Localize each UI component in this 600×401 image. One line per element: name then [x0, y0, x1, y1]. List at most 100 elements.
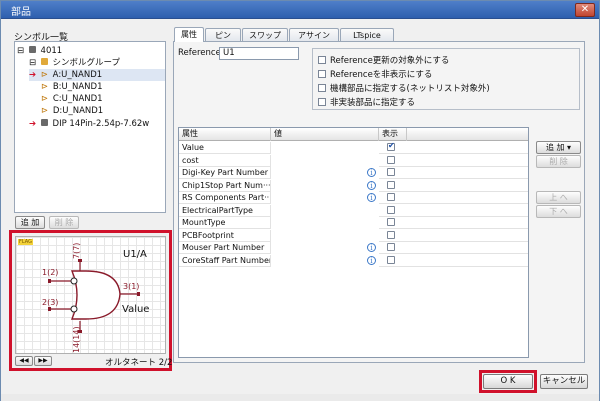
symbol-name-label: U1/A: [123, 249, 147, 260]
visible-checkbox[interactable]: [387, 255, 395, 264]
table-row[interactable]: Value: [179, 141, 528, 154]
tree-item-symbol-group[interactable]: ⊟ シンボルグループ: [29, 57, 120, 69]
unmounted-part-label: 非実装部品に指定する: [330, 98, 416, 108]
visible-checkbox[interactable]: [387, 180, 395, 189]
gate-icon: ⊳: [41, 82, 49, 92]
tree-item-symbol-d[interactable]: ⊳ D:U_NAND1: [41, 105, 103, 117]
symbol-tree[interactable]: ⊟ 4011 ⊟ シンボルグループ ➔ ⊳ A:U_NAND1 ⊳ B:U_NA…: [14, 41, 166, 213]
ok-button[interactable]: O K: [483, 374, 533, 389]
tree-item-footprint[interactable]: ➔ DIP 14Pin-2.54p-7.62w: [29, 118, 149, 130]
info-icon[interactable]: i: [367, 168, 376, 177]
prev-alternate-button[interactable]: ◀◀: [15, 356, 33, 366]
attribute-grid[interactable]: 属性 値 表示 ValuecostDigi-Key Part NumberiCh…: [178, 127, 529, 358]
table-row[interactable]: Mouser Part Number i: [179, 242, 528, 254]
tree-item-symbol-c[interactable]: ⊳ C:U_NAND1: [41, 93, 103, 105]
attribute-value-cell[interactable]: [270, 192, 379, 204]
move-down-button[interactable]: 下 へ: [536, 205, 581, 218]
add-symbol-button[interactable]: 追 加: [15, 216, 45, 229]
gate-icon: ⊳: [41, 106, 49, 116]
attribute-name-cell: MountType: [182, 218, 226, 227]
table-row[interactable]: PCBFootprint: [179, 229, 528, 242]
attribute-value-cell[interactable]: [270, 242, 379, 254]
visible-checkbox[interactable]: [387, 243, 395, 251]
status-bar: [1, 394, 599, 401]
visible-checkbox[interactable]: [387, 218, 395, 226]
attribute-value-cell[interactable]: [270, 142, 379, 154]
cancel-button[interactable]: キャンセル: [540, 374, 588, 389]
group-icon: [40, 58, 48, 65]
delete-attribute-button[interactable]: 削 除: [536, 155, 581, 168]
tab-pins[interactable]: ピン: [205, 28, 241, 42]
exclude-reference-update-checkbox[interactable]: [318, 56, 326, 64]
add-attribute-button[interactable]: 追 加 ▾: [536, 141, 581, 154]
table-row[interactable]: RS Components Part··· i: [179, 192, 528, 204]
column-header-visible[interactable]: 表示: [379, 128, 407, 141]
arrow-right-icon: ➔: [29, 119, 37, 129]
hide-reference-checkbox[interactable]: [318, 70, 326, 78]
next-alternate-button[interactable]: ▶▶: [34, 356, 52, 366]
attribute-name-cell: Chip1Stop Part Num···: [182, 180, 271, 190]
attribute-value-cell[interactable]: [270, 154, 379, 167]
visible-checkbox[interactable]: [387, 230, 395, 239]
tab-assign[interactable]: アサイン: [289, 28, 339, 42]
visible-checkbox[interactable]: [387, 155, 395, 164]
attribute-name-cell: CoreStaff Part Number: [182, 255, 273, 265]
symbol-preview[interactable]: FLAG U1/A Value 7(7) 1(2) 2(3) 3(1) 14(1…: [15, 236, 166, 354]
table-row[interactable]: CoreStaff Part Number i: [179, 254, 528, 267]
visible-checkbox[interactable]: [387, 141, 395, 151]
info-icon[interactable]: i: [367, 193, 376, 202]
unmounted-part-checkbox[interactable]: [318, 98, 326, 106]
symbol-preview-frame: FLAG U1/A Value 7(7) 1(2) 2(3) 3(1) 14(1…: [9, 230, 172, 371]
tree-item-label: C:U_NAND1: [52, 94, 103, 104]
parts-dialog: 部品 ✕ シンボル一覧 ⊟ 4011 ⊟ シンボルグループ ➔ ⊳ A:U_NA…: [0, 0, 600, 401]
table-row[interactable]: MountType: [179, 217, 528, 229]
mechanical-part-checkbox[interactable]: [318, 84, 326, 92]
tree-item-label: 4011: [40, 46, 63, 56]
tree-item-label: シンボルグループ: [52, 58, 121, 68]
pin-label-in2: 2(3): [42, 298, 59, 307]
exclude-reference-update-label: Reference更新の対象外にする: [330, 56, 450, 66]
attribute-value-cell[interactable]: [270, 204, 379, 217]
attribute-value-cell[interactable]: [270, 217, 379, 229]
collapse-icon[interactable]: ⊟: [17, 46, 24, 56]
window-title: 部品: [11, 7, 31, 18]
tab-attributes[interactable]: 属性: [174, 27, 204, 42]
column-header-attribute[interactable]: 属性: [179, 128, 271, 141]
info-icon[interactable]: i: [367, 255, 376, 265]
attribute-value-cell[interactable]: [270, 167, 379, 179]
visible-checkbox[interactable]: [387, 193, 395, 201]
visible-checkbox[interactable]: [387, 205, 395, 214]
title-bar: 部品 ✕: [1, 1, 599, 19]
arrow-right-icon: ➔: [29, 70, 37, 80]
visible-checkbox[interactable]: [387, 168, 395, 176]
collapse-icon[interactable]: ⊟: [29, 58, 36, 68]
attribute-name-cell: Digi-Key Part Number: [182, 168, 269, 177]
pin-label-in1: 1(2): [42, 268, 59, 277]
move-up-button[interactable]: 上 へ: [536, 191, 581, 204]
tab-ltspice[interactable]: LTspice: [340, 28, 394, 42]
tree-item-label: DIP 14Pin-2.54p-7.62w: [52, 119, 150, 129]
mechanical-part-label: 機構部品に指定する(ネットリスト対象外): [330, 84, 490, 94]
table-row[interactable]: cost: [179, 154, 528, 167]
reference-input[interactable]: U1: [219, 47, 299, 60]
pin-label-top: 7(7): [72, 242, 81, 259]
info-icon[interactable]: i: [367, 180, 376, 190]
attribute-value-cell[interactable]: [270, 179, 379, 192]
attribute-value-cell[interactable]: [270, 229, 379, 242]
tree-item-symbol-a[interactable]: ➔ ⊳ A:U_NAND1: [29, 69, 165, 81]
close-button[interactable]: ✕: [575, 3, 595, 17]
info-icon[interactable]: i: [367, 243, 376, 252]
column-header-value[interactable]: 値: [271, 128, 379, 141]
tab-swap[interactable]: スワップ: [242, 28, 288, 42]
gate-icon: ⊳: [41, 94, 49, 104]
tree-item-label: A:U_NAND1: [52, 70, 103, 80]
attribute-name-cell: Value: [182, 143, 204, 152]
table-row[interactable]: Digi-Key Part Number i: [179, 167, 528, 179]
attribute-value-cell[interactable]: [270, 254, 379, 267]
table-row[interactable]: Chip1Stop Part Num··· i: [179, 179, 528, 192]
tree-item-symbol-b[interactable]: ⊳ B:U_NAND1: [41, 81, 102, 93]
tree-item-4011[interactable]: ⊟ 4011: [17, 45, 62, 57]
table-row[interactable]: ElectricalPartType: [179, 204, 528, 217]
delete-symbol-button[interactable]: 削 除: [49, 216, 79, 229]
attribute-name-cell: RS Components Part···: [182, 193, 272, 202]
